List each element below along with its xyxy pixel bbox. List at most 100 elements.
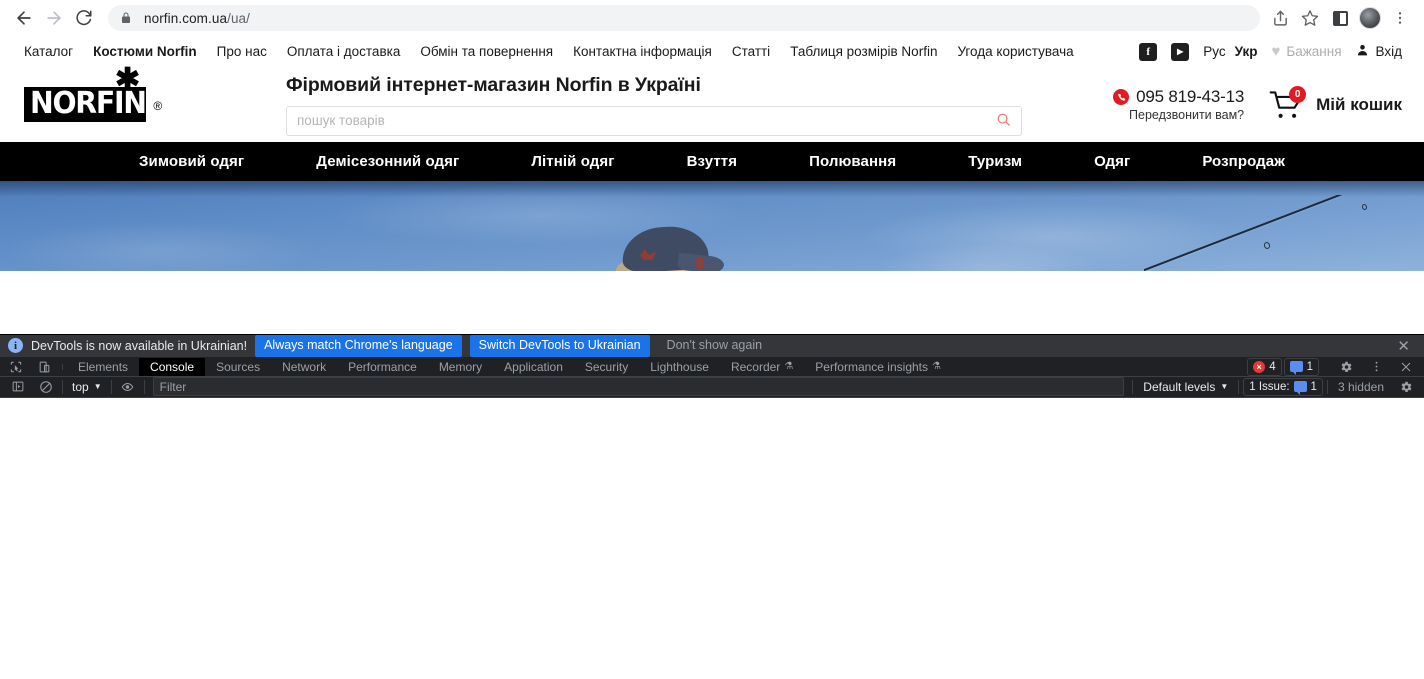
console-filter-input[interactable] [152,377,1125,397]
phone-row[interactable]: 095 819-43-13 [1113,87,1244,107]
header-right: 095 819-43-13 Передзвонити вам? 0 Мій ко… [1113,85,1402,122]
error-icon: × [1253,360,1266,373]
contact-block: 095 819-43-13 Передзвонити вам? [1113,87,1244,122]
header-center: Фірмовий інтернет-магазин Norfin в Украї… [224,74,1113,136]
wishlist-link[interactable]: ♥ Бажання [1271,43,1341,60]
cart-label: Мій кошик [1316,94,1402,114]
share-icon[interactable] [1266,4,1294,32]
inspect-element-icon[interactable] [2,358,30,376]
top-nav-item-2[interactable]: Про нас [217,44,267,59]
clear-console-icon[interactable] [34,377,58,397]
live-expression-icon[interactable] [116,377,140,397]
main-nav-item-6[interactable]: Одяг [1058,153,1166,170]
forward-arrow-icon[interactable] [40,4,68,32]
top-nav-item-1[interactable]: Костюми Norfin [93,44,197,59]
error-count-badge[interactable]: × 4 [1247,357,1282,376]
callback-link[interactable]: Передзвонити вам? [1113,108,1244,122]
site-logo[interactable]: ✱ NORFIN ® [24,65,224,122]
error-count: 4 [1269,360,1276,373]
facebook-icon[interactable]: f [1139,42,1158,61]
main-nav-item-1[interactable]: Демісезонний одяг [280,153,495,170]
top-nav-item-4[interactable]: Обмін та повернення [420,44,553,59]
issues-badge[interactable]: 1 Issue: 1 [1243,377,1323,396]
tab-recorder[interactable]: Recorder ⚗ [720,358,804,376]
tab-console[interactable]: Console [139,357,206,376]
side-panel-icon[interactable] [1326,4,1354,32]
fishing-rod-image [1144,195,1424,271]
tab-security[interactable]: Security [574,358,639,376]
search-icon[interactable] [996,112,1011,130]
tab-memory[interactable]: Memory [428,358,493,376]
execution-context-selector[interactable]: top ▼ [67,380,107,394]
main-nav-item-5[interactable]: Туризм [932,153,1058,170]
address-bar[interactable]: norfin.com.ua/ua/ [108,5,1260,31]
login-link[interactable]: Вхід [1356,43,1402,60]
log-levels-selector[interactable]: Default levels ▼ [1137,380,1234,394]
lang-option-uk[interactable]: Укр [1235,44,1258,59]
cart-icon[interactable]: 0 [1268,85,1307,121]
main-nav-item-3[interactable]: Взуття [651,153,774,170]
phone-icon [1113,89,1130,105]
tab-performance-insights[interactable]: Performance insights ⚗ [804,358,952,376]
youtube-icon[interactable]: ▶ [1171,42,1190,61]
reload-icon[interactable] [70,4,98,32]
console-sidebar-icon[interactable] [6,377,30,397]
divider [1326,379,1328,394]
tab-network[interactable]: Network [271,358,337,376]
infobar-message: DevTools is now available in Ukrainian! [31,338,248,353]
tab-application[interactable]: Application [493,358,574,376]
main-nav-item-4[interactable]: Полювання [773,153,932,170]
browser-action-icons [1266,4,1414,32]
devtools-language-infobar: i DevTools is now available in Ukrainian… [0,335,1424,358]
fisherman-image [600,199,760,271]
top-nav-item-5[interactable]: Контактна інформація [573,44,712,59]
avatar-icon[interactable] [1356,4,1384,32]
experiment-flask-icon: ⚗ [932,361,941,373]
tab-recorder-label: Recorder [730,359,781,374]
star-icon[interactable] [1296,4,1324,32]
close-icon[interactable] [1392,361,1420,373]
divider [1238,379,1240,394]
gear-icon[interactable] [1332,360,1360,374]
message-icon [1289,361,1303,376]
browser-toolbar: norfin.com.ua/ua/ [0,0,1424,36]
divider [143,379,145,394]
issues-count: 1 [1310,380,1317,393]
three-dot-menu-icon[interactable] [1386,4,1414,32]
chevron-down-icon: ▼ [1220,382,1229,392]
top-nav-item-7[interactable]: Таблиця розмірів Norfin [790,44,937,59]
search-box[interactable] [286,105,1022,136]
gear-icon[interactable] [1394,377,1418,397]
cart-block[interactable]: 0 Мій кошик [1268,85,1402,121]
dont-show-again-button[interactable]: Don't show again [658,335,772,357]
always-match-language-button[interactable]: Always match Chrome's language [255,335,462,357]
message-count: 1 [1306,360,1313,373]
three-dot-menu-icon[interactable] [1362,360,1390,373]
log-levels-label: Default levels [1143,379,1216,394]
web-page: Каталог Костюми Norfin Про нас Оплата і … [0,36,1424,398]
switch-devtools-language-button[interactable]: Switch DevTools to Ukrainian [469,335,650,357]
main-nav-item-7[interactable]: Розпродаж [1166,153,1321,170]
hidden-messages-label: 3 hidden [1337,379,1384,394]
top-nav-item-6[interactable]: Статті [732,44,770,59]
tab-performance[interactable]: Performance [337,358,428,376]
tab-sources[interactable]: Sources [205,358,271,376]
device-toolbar-icon[interactable] [30,358,58,376]
experiment-flask-icon: ⚗ [784,361,794,373]
message-count-badge[interactable]: 1 [1283,357,1319,376]
tab-lighthouse[interactable]: Lighthouse [639,358,720,376]
back-arrow-icon[interactable] [10,4,38,32]
tab-elements[interactable]: Elements [67,358,139,376]
main-nav-item-2[interactable]: Літній одяг [495,153,650,170]
main-nav-item-0[interactable]: Зимовий одяг [103,153,280,170]
search-input[interactable] [297,113,996,128]
page-title: Фірмовий інтернет-магазин Norfin в Украї… [286,73,701,96]
site-header: ✱ NORFIN ® Фірмовий інтернет-магазин Nor… [0,65,1424,142]
lang-option-ru[interactable]: Рус [1203,44,1225,59]
top-nav-item-0[interactable]: Каталог [24,44,73,59]
logo-box: NORFIN [24,87,147,122]
top-nav-item-3[interactable]: Оплата і доставка [287,44,401,59]
close-icon[interactable]: ✕ [1391,337,1416,355]
top-nav-item-8[interactable]: Угода користувача [957,44,1073,59]
login-label: Вхід [1375,44,1402,59]
